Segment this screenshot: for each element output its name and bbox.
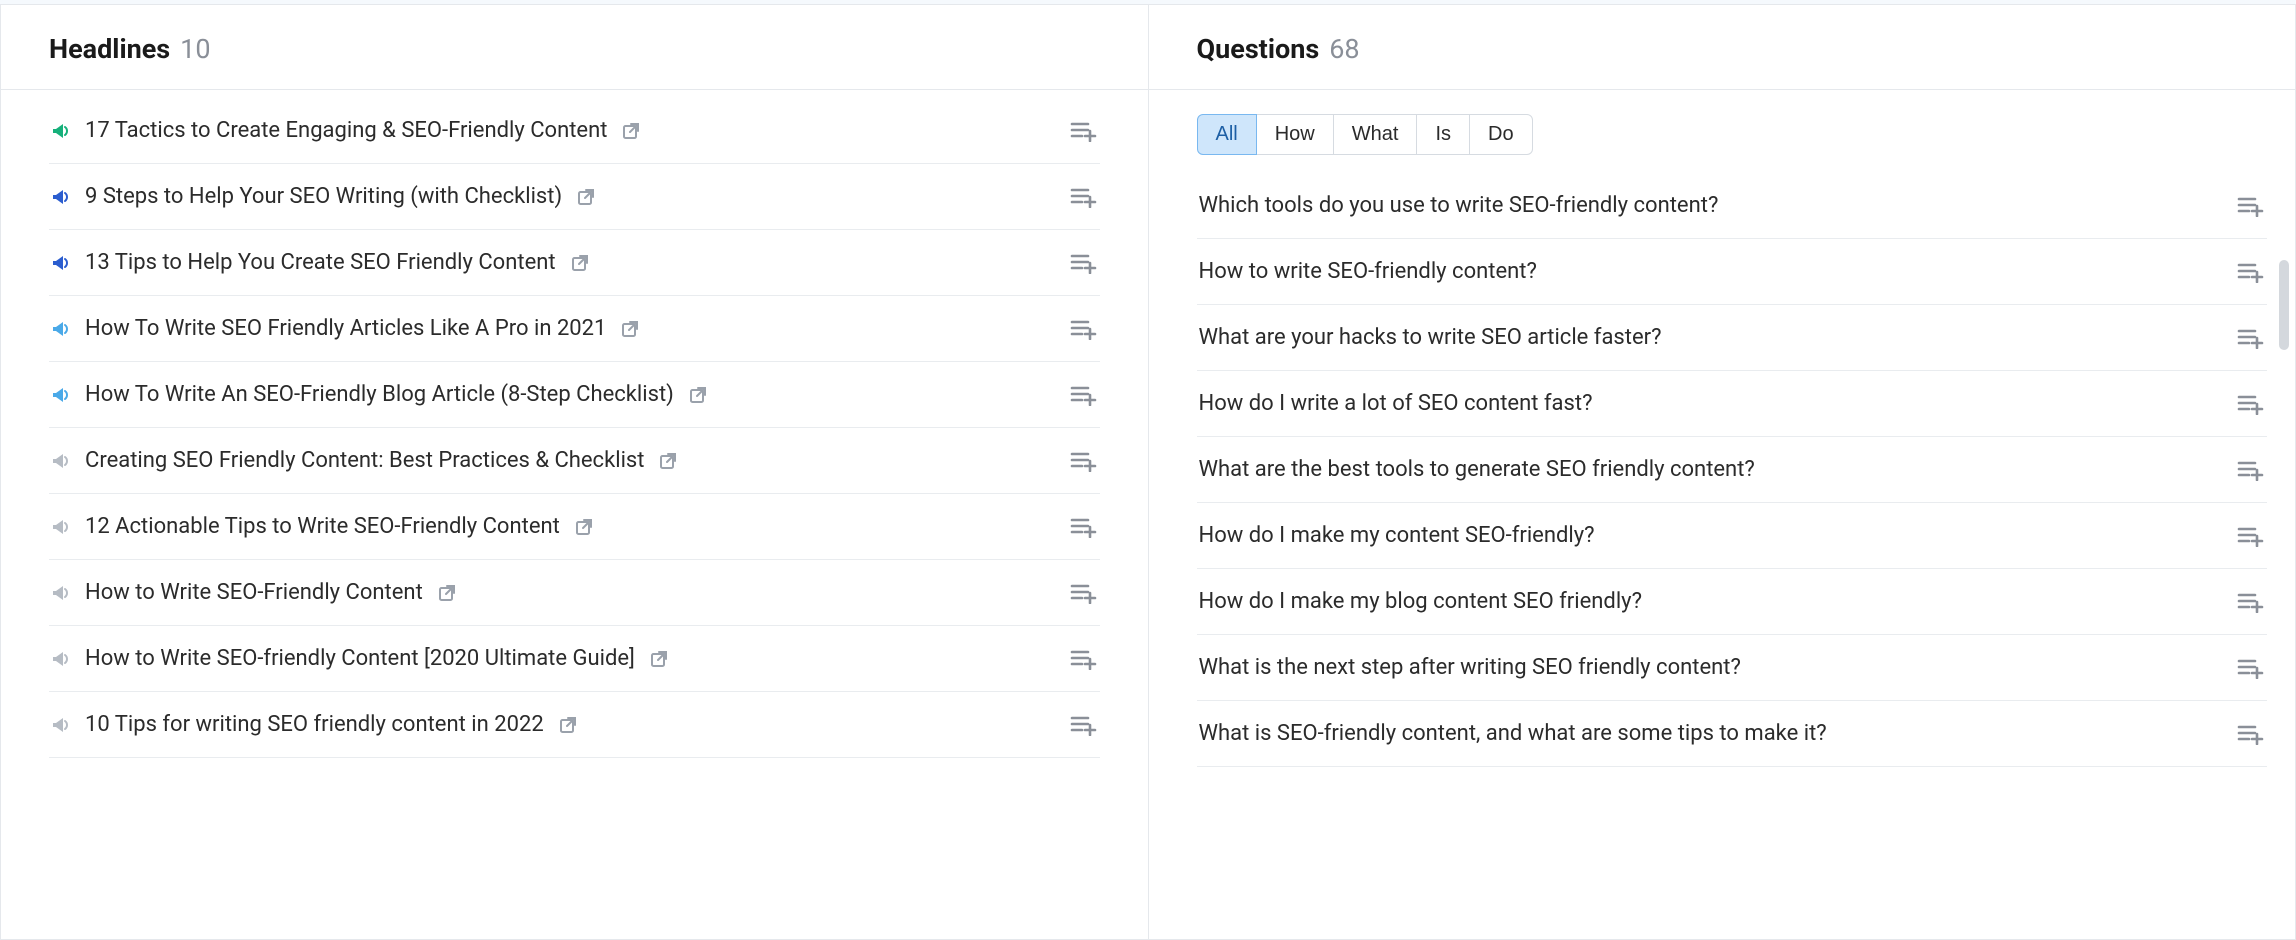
external-link-icon[interactable]	[649, 649, 669, 669]
headlines-header: Headlines 10	[1, 5, 1148, 90]
headline-text: Creating SEO Friendly Content: Best Prac…	[85, 448, 644, 473]
question-row: What is SEO-friendly content, and what a…	[1197, 701, 2268, 767]
headline-text: 13 Tips to Help You Create SEO Friendly …	[85, 250, 556, 275]
add-to-list-icon[interactable]	[1070, 714, 1098, 736]
external-link-icon[interactable]	[620, 319, 640, 339]
headline-text: 9 Steps to Help Your SEO Writing (with C…	[85, 184, 562, 209]
headline-row: 17 Tactics to Create Engaging & SEO-Frie…	[49, 90, 1100, 164]
megaphone-icon	[51, 451, 71, 471]
question-text: Which tools do you use to write SEO-frie…	[1199, 193, 2224, 218]
questions-panel: Questions 68 AllHowWhatIsDo Which tools …	[1148, 4, 2296, 940]
external-link-icon[interactable]	[621, 121, 641, 141]
headline-text: How To Write An SEO-Friendly Blog Articl…	[85, 382, 674, 407]
headline-row: 12 Actionable Tips to Write SEO-Friendly…	[49, 494, 1100, 560]
headline-text: 12 Actionable Tips to Write SEO-Friendly…	[85, 514, 560, 539]
external-link-icon[interactable]	[437, 583, 457, 603]
add-to-list-icon[interactable]	[1070, 384, 1098, 406]
question-row: What are the best tools to generate SEO …	[1197, 437, 2268, 503]
question-row: How to write SEO-friendly content?	[1197, 239, 2268, 305]
megaphone-icon	[51, 649, 71, 669]
headline-row: 10 Tips for writing SEO friendly content…	[49, 692, 1100, 758]
add-to-list-icon[interactable]	[2237, 195, 2265, 217]
headlines-panel: Headlines 10 17 Tactics to Create Engagi…	[0, 4, 1148, 940]
external-link-icon[interactable]	[576, 187, 596, 207]
add-to-list-icon[interactable]	[1070, 252, 1098, 274]
headlines-count: 10	[180, 33, 210, 65]
question-text: What is SEO-friendly content, and what a…	[1199, 721, 2224, 746]
add-to-list-icon[interactable]	[1070, 582, 1098, 604]
add-to-list-icon[interactable]	[1070, 648, 1098, 670]
external-link-icon[interactable]	[688, 385, 708, 405]
add-to-list-icon[interactable]	[1070, 186, 1098, 208]
question-row: How do I make my content SEO-friendly?	[1197, 503, 2268, 569]
questions-count: 68	[1329, 33, 1359, 65]
headline-text: 10 Tips for writing SEO friendly content…	[85, 712, 544, 737]
question-filters: AllHowWhatIsDo	[1197, 114, 1533, 155]
question-text: How do I make my blog content SEO friend…	[1199, 589, 2224, 614]
filter-what[interactable]: What	[1333, 114, 1418, 155]
question-text: How do I write a lot of SEO content fast…	[1199, 391, 2224, 416]
question-row: How do I make my blog content SEO friend…	[1197, 569, 2268, 635]
headline-row: 9 Steps to Help Your SEO Writing (with C…	[49, 164, 1100, 230]
megaphone-icon	[51, 517, 71, 537]
add-to-list-icon[interactable]	[2237, 591, 2265, 613]
add-to-list-icon[interactable]	[1070, 120, 1098, 142]
add-to-list-icon[interactable]	[1070, 516, 1098, 538]
questions-body: AllHowWhatIsDo Which tools do you use to…	[1149, 90, 2296, 939]
headline-row: How To Write SEO Friendly Articles Like …	[49, 296, 1100, 362]
external-link-icon[interactable]	[558, 715, 578, 735]
headline-text: How to Write SEO-Friendly Content	[85, 580, 423, 605]
main-container: Headlines 10 17 Tactics to Create Engagi…	[0, 0, 2296, 940]
questions-title: Questions	[1197, 33, 1320, 65]
add-to-list-icon[interactable]	[1070, 450, 1098, 472]
headline-text: How To Write SEO Friendly Articles Like …	[85, 316, 606, 341]
question-row: Which tools do you use to write SEO-frie…	[1197, 173, 2268, 239]
question-text: What is the next step after writing SEO …	[1199, 655, 2224, 680]
add-to-list-icon[interactable]	[2237, 459, 2265, 481]
headlines-list: 17 Tactics to Create Engaging & SEO-Frie…	[1, 90, 1148, 939]
add-to-list-icon[interactable]	[2237, 525, 2265, 547]
external-link-icon[interactable]	[570, 253, 590, 273]
add-to-list-icon[interactable]	[2237, 327, 2265, 349]
add-to-list-icon[interactable]	[2237, 261, 2265, 283]
headline-row: How to Write SEO-friendly Content [2020 …	[49, 626, 1100, 692]
add-to-list-icon[interactable]	[2237, 393, 2265, 415]
headline-row: Creating SEO Friendly Content: Best Prac…	[49, 428, 1100, 494]
megaphone-icon	[51, 187, 71, 207]
scrollbar-thumb[interactable]	[2279, 260, 2289, 350]
filter-how[interactable]: How	[1256, 114, 1334, 155]
headline-row: 13 Tips to Help You Create SEO Friendly …	[49, 230, 1100, 296]
headline-text: How to Write SEO-friendly Content [2020 …	[85, 646, 635, 671]
headlines-title: Headlines	[49, 33, 170, 65]
question-row: What are your hacks to write SEO article…	[1197, 305, 2268, 371]
megaphone-icon	[51, 583, 71, 603]
questions-list: Which tools do you use to write SEO-frie…	[1197, 173, 2268, 767]
megaphone-icon	[51, 253, 71, 273]
add-to-list-icon[interactable]	[2237, 723, 2265, 745]
question-row: How do I write a lot of SEO content fast…	[1197, 371, 2268, 437]
question-row: What is the next step after writing SEO …	[1197, 635, 2268, 701]
question-text: What are your hacks to write SEO article…	[1199, 325, 2224, 350]
question-text: What are the best tools to generate SEO …	[1199, 457, 2224, 482]
headline-text: 17 Tactics to Create Engaging & SEO-Frie…	[85, 118, 607, 143]
external-link-icon[interactable]	[574, 517, 594, 537]
add-to-list-icon[interactable]	[1070, 318, 1098, 340]
question-text: How do I make my content SEO-friendly?	[1199, 523, 2224, 548]
question-text: How to write SEO-friendly content?	[1199, 259, 2224, 284]
headline-row: How To Write An SEO-Friendly Blog Articl…	[49, 362, 1100, 428]
add-to-list-icon[interactable]	[2237, 657, 2265, 679]
filter-do[interactable]: Do	[1469, 114, 1533, 155]
megaphone-icon	[51, 715, 71, 735]
filter-all[interactable]: All	[1197, 114, 1257, 155]
megaphone-icon	[51, 121, 71, 141]
filter-is[interactable]: Is	[1416, 114, 1470, 155]
headline-row: How to Write SEO-Friendly Content	[49, 560, 1100, 626]
external-link-icon[interactable]	[658, 451, 678, 471]
questions-header: Questions 68	[1149, 5, 2296, 90]
megaphone-icon	[51, 385, 71, 405]
megaphone-icon	[51, 319, 71, 339]
